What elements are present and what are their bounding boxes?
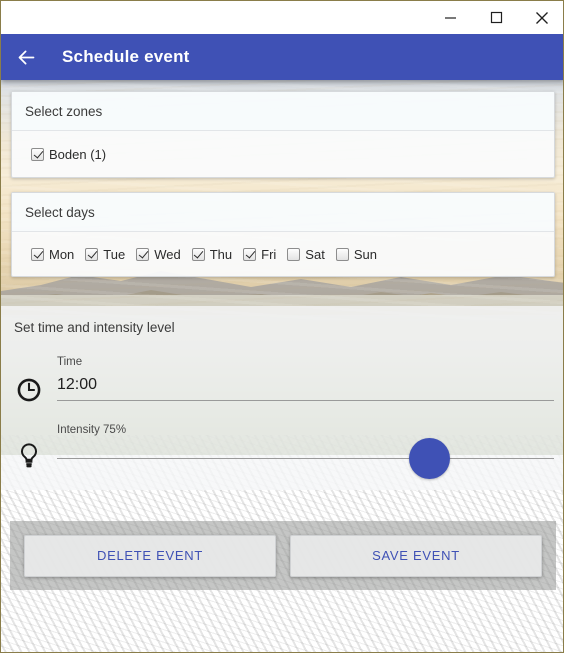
day-label: Sun [353,246,377,262]
window-titlebar [1,1,563,34]
intensity-row[interactable]: Intensity 75% [1,424,563,479]
checkbox-checked-icon[interactable] [31,147,44,161]
day-checkbox-wed[interactable]: Wed [136,247,181,262]
save-event-button[interactable]: SAVE EVENT [290,534,542,577]
day-label: Fri [261,246,277,262]
zones-header: Select zones [12,92,554,131]
day-checkbox-tue[interactable]: Tue [85,247,125,262]
slider-track[interactable] [57,458,554,459]
day-label: Thu [209,246,233,262]
day-checkbox-thu[interactable]: Thu [191,246,233,262]
minimize-button[interactable] [427,1,473,34]
time-value[interactable]: 12:00 [57,376,554,401]
app-bar: Schedule event [1,34,563,80]
back-button[interactable] [1,34,51,80]
day-checkbox-fri[interactable]: Fri [243,247,276,262]
checkbox-checked-icon[interactable] [85,247,99,261]
day-label: Wed [154,246,181,262]
time-row[interactable]: Time 12:00 [1,356,563,403]
day-checkbox-sat[interactable]: Sat [287,247,325,262]
days-header: Select days [12,193,554,232]
zones-checkbox-list: Boden (1) [12,131,554,177]
intensity-slider[interactable] [57,438,554,479]
maximize-button[interactable] [473,1,519,34]
day-checkbox-mon[interactable]: Mon [31,247,74,262]
close-button[interactable] [519,1,563,34]
clock-icon-wrapper [1,356,57,403]
days-checkbox-list: Mon Tue Wed Thu Fri Sat Sun [12,232,554,276]
days-card: Select days Mon Tue Wed Thu Fri Sat Sun [11,192,555,277]
intensity-field[interactable]: Intensity 75% [57,424,563,479]
time-label: Time [57,356,83,368]
back-arrow-icon [18,50,34,64]
delete-event-button[interactable]: DELETE EVENT [24,534,276,577]
intensity-label: Intensity 75% [57,424,127,436]
minimize-icon [444,17,456,19]
checkbox-unchecked-icon[interactable] [287,247,301,261]
day-label: Mon [49,246,75,262]
slider-thumb[interactable] [409,438,451,479]
zone-label: Boden (1) [49,146,107,162]
zones-card: Select zones Boden (1) [11,91,555,178]
close-icon [536,11,548,24]
day-label: Sat [305,246,325,262]
checkbox-checked-icon[interactable] [191,247,205,261]
lightbulb-icon-wrapper [1,424,57,470]
lightbulb-icon [21,443,37,468]
maximize-icon [490,11,502,24]
time-field[interactable]: Time 12:00 [57,356,563,401]
day-checkbox-sun[interactable]: Sun [335,246,377,262]
action-bar: DELETE EVENT SAVE EVENT [10,521,556,590]
clock-icon [17,378,41,402]
page-title: Schedule event [62,47,190,66]
checkbox-checked-icon[interactable] [243,247,257,261]
checkbox-checked-icon[interactable] [136,247,150,261]
content-area: Select zones Boden (1) Select days Mon Tu… [1,80,563,652]
settings-header: Set time and intensity level [14,320,175,335]
settings-panel: Set time and intensity level Time 12:00 [1,306,563,490]
app-window: Schedule event Select zones Boden (1) Se… [0,0,564,653]
checkbox-unchecked-icon[interactable] [335,247,349,261]
zone-checkbox-boden[interactable]: Boden (1) [31,147,106,162]
checkbox-checked-icon[interactable] [31,247,44,261]
day-label: Tue [103,246,126,262]
